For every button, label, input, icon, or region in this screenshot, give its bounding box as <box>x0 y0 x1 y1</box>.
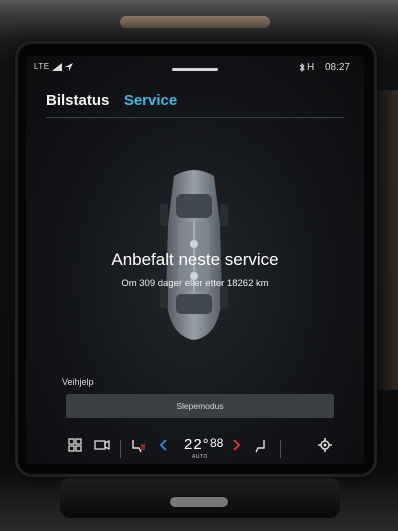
location-arrow-icon <box>65 62 74 71</box>
clock: 08:27 <box>324 62 350 73</box>
status-right: H 08:27 <box>299 62 350 73</box>
dashboard-vent-slot <box>120 16 270 28</box>
chevron-left-icon[interactable] <box>158 438 168 452</box>
climate-mode: AUTO <box>192 454 208 460</box>
bluetooth-icon <box>299 62 305 73</box>
signal-icon <box>52 62 63 71</box>
climate-settings-icon[interactable] <box>318 438 332 452</box>
tab-bar: Bilstatus Service <box>46 92 187 110</box>
network-label: H <box>306 62 315 73</box>
infotainment-screen: LTE H 08:27 Bilstatus Service Anbefalt n… <box>26 56 364 464</box>
tow-mode-button[interactable]: Slepemodus <box>66 394 334 418</box>
signal-indicator: LTE <box>34 62 74 71</box>
status-bar: LTE H 08:27 <box>26 62 364 76</box>
bar-separator <box>120 440 121 458</box>
service-detail: Om 309 dager eller etter 18262 km <box>121 278 269 289</box>
tab-bilstatus[interactable]: Bilstatus <box>46 92 109 109</box>
temperature-value[interactable]: 22° <box>184 436 210 453</box>
tab-divider <box>46 117 344 118</box>
service-headline: Anbefalt neste service <box>111 250 279 269</box>
app-grid-icon[interactable] <box>68 438 82 452</box>
climate-bar: 22° 88 AUTO <box>26 434 364 464</box>
seat-heat-right-icon[interactable] <box>254 438 268 454</box>
chevron-right-icon[interactable] <box>232 438 242 452</box>
temperature-fraction: 88 <box>210 436 224 450</box>
seat-heat-left-icon[interactable] <box>130 438 146 454</box>
bar-separator <box>280 440 281 458</box>
top-drawer-handle[interactable] <box>172 68 218 71</box>
veihjelp-section-label: Veihjelp <box>62 377 94 387</box>
tab-service[interactable]: Service <box>124 92 177 109</box>
home-button[interactable] <box>170 497 228 507</box>
lte-label: LTE <box>34 62 50 71</box>
camera-icon[interactable] <box>94 438 110 452</box>
